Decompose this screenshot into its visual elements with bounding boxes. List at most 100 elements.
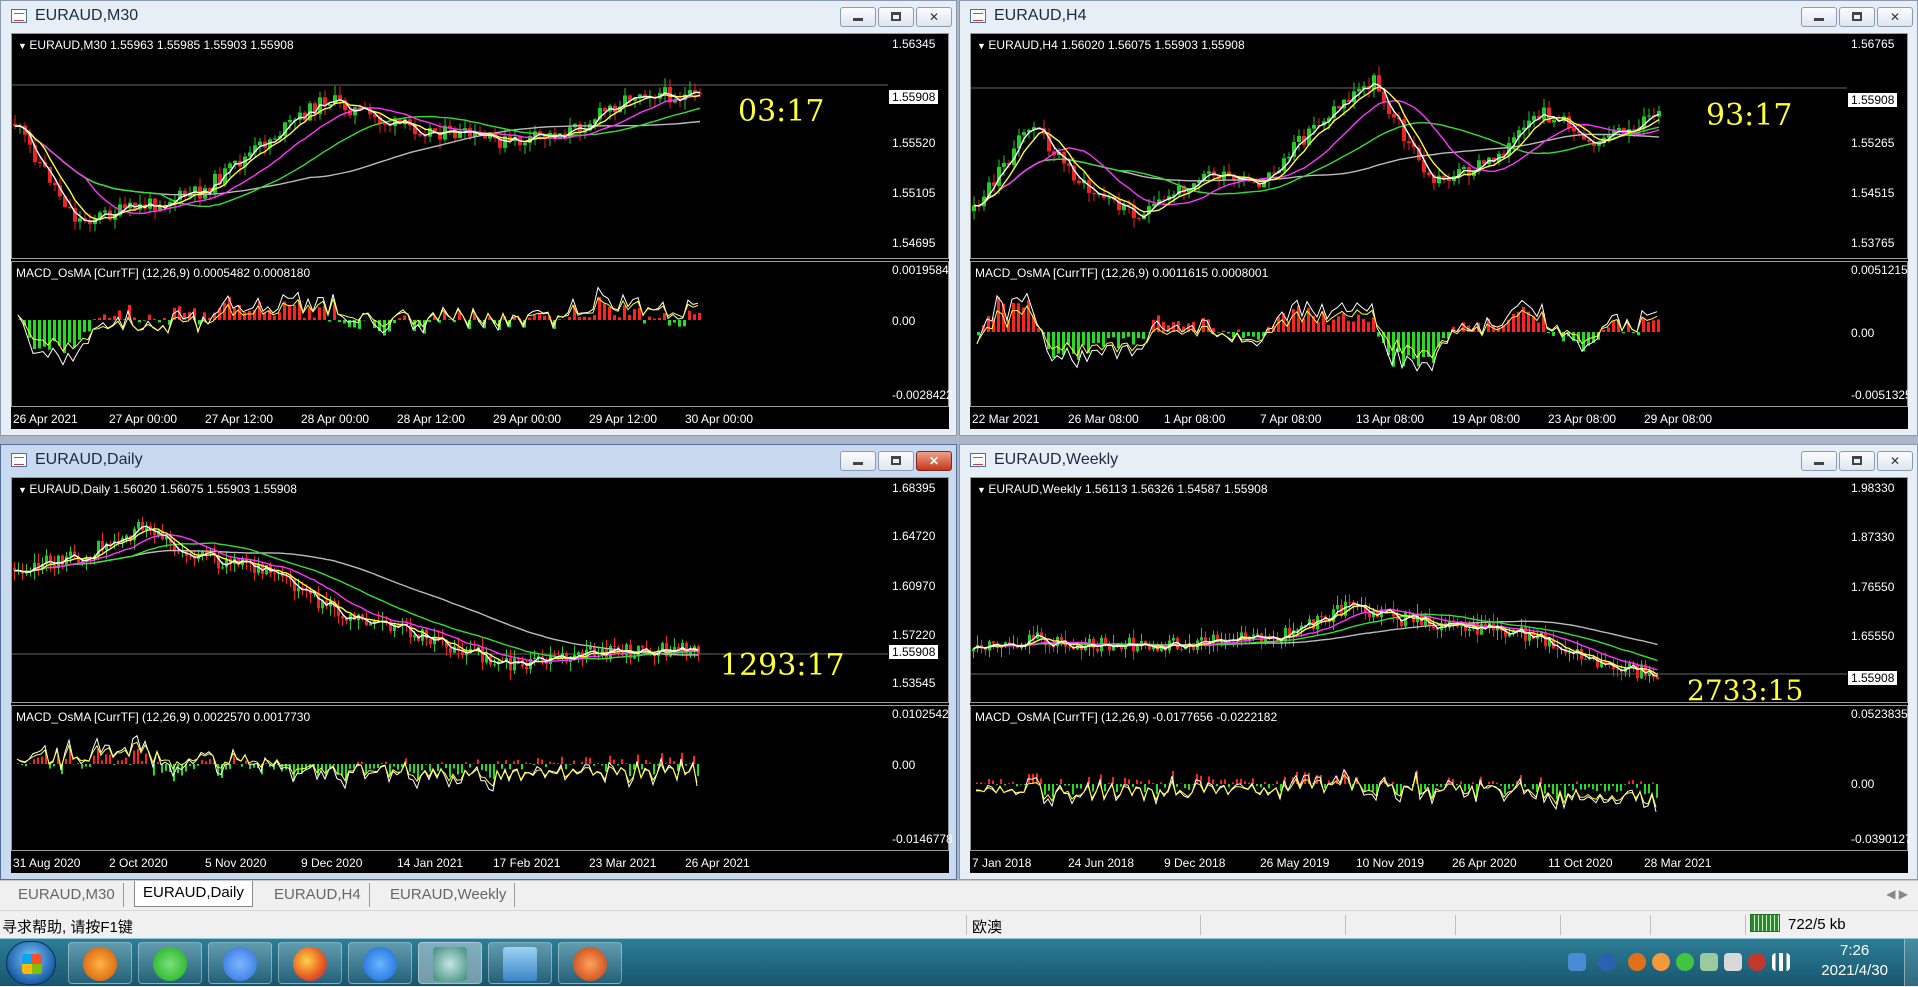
- minimize-button[interactable]: [840, 7, 876, 27]
- current-price-label: 1.55908: [1848, 671, 1897, 685]
- candle-body: [1636, 665, 1639, 679]
- price-pane[interactable]: EURAUD,H4 1.56020 1.56075 1.55903 1.5590…: [970, 33, 1908, 259]
- macd-indicator-label: MACD_OsMA [CurrTF] (12,26,9) 0.0005482 0…: [16, 266, 310, 280]
- macd-histogram-bar: [1072, 784, 1074, 794]
- time-axis[interactable]: 7 Jan 2018 24 Jun 2018 9 Dec 2018 26 May…: [970, 853, 1846, 873]
- tab-scroll-arrows[interactable]: ◀ ▶: [1886, 887, 1908, 901]
- time-tick: 26 Apr 2020: [1452, 856, 1517, 870]
- macd-plot[interactable]: [971, 706, 1847, 850]
- ohlc-readout: EURAUD,M30 1.55963 1.55985 1.55903 1.559…: [18, 38, 294, 52]
- system-clock[interactable]: 7:26 2021/4/30: [1821, 941, 1888, 981]
- price-pane[interactable]: EURAUD,Daily 1.56020 1.56075 1.55903 1.5…: [11, 477, 949, 703]
- tray-alert-icon[interactable]: [1748, 953, 1766, 971]
- price-axis[interactable]: 1.98330 1.87330 1.76550 1.65550 1.55908: [1847, 478, 1907, 702]
- close-button[interactable]: ✕: [916, 451, 952, 471]
- close-button[interactable]: ✕: [916, 7, 952, 27]
- minimize-button[interactable]: [1801, 7, 1837, 27]
- macd-pane[interactable]: MACD_OsMA [CurrTF] (12,26,9) 0.0005482 0…: [11, 261, 949, 407]
- macd-axis[interactable]: 0.0051215 0.00 -0.0051325: [1847, 262, 1907, 406]
- macd-histogram-bar: [1237, 329, 1240, 332]
- macd-axis[interactable]: 0.0019584 0.00 -0.0028422: [888, 262, 948, 406]
- macd-histogram-bar: [1607, 327, 1610, 332]
- macd-histogram-bar: [29, 763, 31, 764]
- taskbar-firefox-app[interactable]: [278, 942, 342, 984]
- tab-euraud-m30[interactable]: EURAUD,M30: [10, 883, 124, 907]
- tab-euraud-weekly[interactable]: EURAUD,Weekly: [382, 883, 515, 907]
- taskbar-lark-app[interactable]: [348, 942, 412, 984]
- macd-histogram-bar: [461, 764, 463, 773]
- taskbar-mascot-app[interactable]: [558, 942, 622, 984]
- title-bar[interactable]: EURAUD,H4 ✕: [960, 1, 1917, 31]
- close-button[interactable]: ✕: [1877, 7, 1913, 27]
- show-desktop-button[interactable]: [1904, 939, 1918, 987]
- macd-histogram-bar: [337, 764, 339, 775]
- taskbar-feishu-app[interactable]: [208, 942, 272, 984]
- tray-volume-mute-icon[interactable]: [1724, 953, 1742, 971]
- macd-plot[interactable]: [12, 706, 888, 850]
- macd-axis[interactable]: 0.0102542 0.00 -0.0146778: [888, 706, 948, 850]
- chart-area[interactable]: EURAUD,M30 1.55963 1.55985 1.55903 1.559…: [11, 33, 949, 429]
- taskbar-browser-app[interactable]: [68, 942, 132, 984]
- time-axis[interactable]: 31 Aug 2020 2 Oct 2020 5 Nov 2020 9 Dec …: [11, 853, 887, 873]
- chart-tab-bar: EURAUD,M30 EURAUD,Daily EURAUD,H4 EURAUD…: [0, 880, 1918, 910]
- chart-window-m30[interactable]: EURAUD,M30 ✕ EURAUD,M30 1.55963 1.55985 …: [0, 0, 957, 436]
- price-plot[interactable]: [971, 34, 1847, 258]
- macd-pane[interactable]: MACD_OsMA [CurrTF] (12,26,9) -0.0177656 …: [970, 705, 1908, 851]
- macd-histogram-bar: [1652, 783, 1654, 784]
- chart-area[interactable]: EURAUD,Daily 1.56020 1.56075 1.55903 1.5…: [11, 477, 949, 873]
- tray-network-icon[interactable]: [1700, 953, 1718, 971]
- tray-browser-icon[interactable]: [1652, 953, 1670, 971]
- taskbar-wechat-app[interactable]: [138, 942, 202, 984]
- maximize-button[interactable]: [1839, 451, 1875, 471]
- current-price-label: 1.55908: [889, 645, 938, 659]
- price-plot[interactable]: [971, 478, 1847, 702]
- price-pane[interactable]: EURAUD,M30 1.55963 1.55985 1.55903 1.559…: [11, 33, 949, 259]
- chart-window-h4[interactable]: EURAUD,H4 ✕ EURAUD,H4 1.56020 1.56075 1.…: [959, 0, 1918, 436]
- price-axis[interactable]: 1.56765 1.55908 1.55265 1.54515 1.53765: [1847, 34, 1907, 258]
- title-bar[interactable]: EURAUD,Weekly ✕: [960, 445, 1917, 475]
- tray-wechat-icon[interactable]: [1676, 953, 1694, 971]
- candle-body: [972, 205, 976, 211]
- macd-plot[interactable]: [12, 262, 888, 406]
- time-axis[interactable]: 26 Apr 2021 27 Apr 00:00 27 Apr 12:00 28…: [11, 409, 887, 429]
- macd-pane[interactable]: MACD_OsMA [CurrTF] (12,26,9) 0.0022570 0…: [11, 705, 949, 851]
- maximize-button[interactable]: [1839, 7, 1875, 27]
- macd-plot[interactable]: [971, 262, 1847, 406]
- tab-euraud-daily[interactable]: EURAUD,Daily: [134, 881, 253, 907]
- candle-body: [1656, 677, 1659, 679]
- macd-histogram-bar: [205, 761, 207, 764]
- status-divider: [1650, 915, 1651, 935]
- start-button[interactable]: [6, 941, 56, 985]
- close-button[interactable]: ✕: [1877, 451, 1913, 471]
- mascot-icon: [573, 947, 607, 981]
- minimize-button[interactable]: [1801, 451, 1837, 471]
- price-plot[interactable]: [12, 34, 888, 258]
- macd-histogram-bar: [17, 763, 19, 764]
- title-bar[interactable]: EURAUD,M30 ✕: [1, 1, 956, 31]
- chart-window-daily[interactable]: EURAUD,Daily ✕ EURAUD,Daily 1.56020 1.56…: [0, 444, 957, 880]
- macd-pane[interactable]: MACD_OsMA [CurrTF] (12,26,9) 0.0011615 0…: [970, 261, 1908, 407]
- macd-tick: -0.0028422: [892, 388, 953, 402]
- tray-shield-icon[interactable]: [1598, 953, 1616, 971]
- price-pane[interactable]: EURAUD,Weekly 1.56113 1.56326 1.54587 1.…: [970, 477, 1908, 703]
- taskbar-image-viewer-app[interactable]: [488, 942, 552, 984]
- chart-area[interactable]: EURAUD,Weekly 1.56113 1.56326 1.54587 1.…: [970, 477, 1908, 873]
- time-axis[interactable]: 22 Mar 2021 26 Mar 08:00 1 Apr 08:00 7 A…: [970, 409, 1846, 429]
- chart-window-weekly[interactable]: EURAUD,Weekly ✕ EURAUD,Weekly 1.56113 1.…: [959, 444, 1918, 880]
- price-axis[interactable]: 1.56345 1.55908 1.55520 1.55105 1.54695: [888, 34, 948, 258]
- title-bar[interactable]: EURAUD,Daily ✕: [1, 445, 956, 475]
- maximize-button[interactable]: [878, 7, 914, 27]
- minimize-button[interactable]: [840, 451, 876, 471]
- macd-histogram-bar: [1228, 784, 1230, 787]
- tray-usb-icon[interactable]: [1568, 953, 1586, 971]
- taskbar-tdx-app[interactable]: [418, 942, 482, 984]
- tray-mascot-icon[interactable]: [1628, 953, 1646, 971]
- tab-euraud-h4[interactable]: EURAUD,H4: [266, 883, 370, 907]
- price-axis[interactable]: 1.68395 1.64720 1.60970 1.57220 1.55908 …: [888, 478, 948, 702]
- chart-area[interactable]: EURAUD,H4 1.56020 1.56075 1.55903 1.5590…: [970, 33, 1908, 429]
- maximize-button[interactable]: [878, 451, 914, 471]
- macd-axis[interactable]: 0.0523835 0.00 -0.0390127: [1847, 706, 1907, 850]
- macd-histogram-bar: [1242, 332, 1245, 338]
- candle-body: [1648, 673, 1651, 676]
- tray-signal-icon[interactable]: [1772, 953, 1790, 971]
